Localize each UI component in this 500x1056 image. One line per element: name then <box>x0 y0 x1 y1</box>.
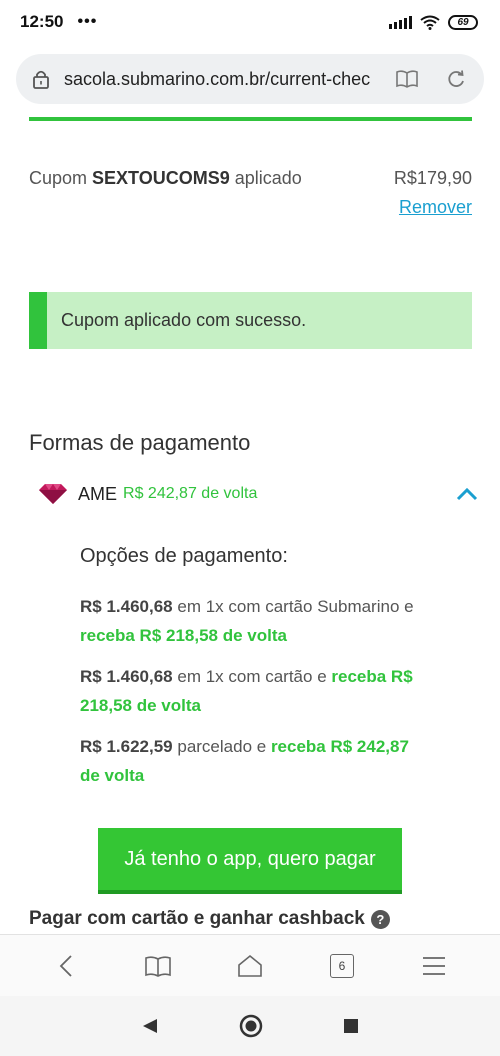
tabs-button[interactable]: 6 <box>322 948 362 984</box>
ame-cashback: R$ 242,87 de volta <box>123 485 258 502</box>
success-message: Cupom aplicado com sucesso. <box>61 310 307 330</box>
nav-recents-icon[interactable] <box>343 1018 359 1034</box>
reader-mode-icon[interactable] <box>396 70 418 88</box>
coupon-label: Cupom SEXTOUCOMS9 aplicado <box>29 168 302 188</box>
pay-with-app-button[interactable]: Já tenho o app, quero pagar <box>98 828 402 894</box>
address-bar[interactable]: sacola.submarino.com.br/current-chec <box>16 54 484 104</box>
home-button[interactable] <box>230 948 270 984</box>
status-bar: 12:50 ••• 69 <box>0 0 500 44</box>
home-icon <box>238 954 262 977</box>
bookmarks-icon <box>145 955 171 977</box>
signal-icon <box>389 15 412 29</box>
system-navigation <box>0 996 500 1056</box>
help-icon[interactable]: ? <box>370 909 390 929</box>
menu-button[interactable] <box>414 948 454 984</box>
coupon-row: Cupom SEXTOUCOMS9 aplicado R$179,90 <box>29 168 472 189</box>
browser-toolbar: 6 <box>0 934 500 996</box>
ame-payment-toggle[interactable]: AME R$ 242,87 de volta <box>38 478 478 510</box>
card-cashback-title: Pagar com cartão e ganhar cashback ? <box>29 908 390 930</box>
battery-icon: 69 <box>448 14 478 30</box>
lock-icon <box>33 70 49 89</box>
payment-methods-title: Formas de pagamento <box>29 430 251 455</box>
progress-divider <box>29 117 472 121</box>
coupon-amount: R$179,90 <box>393 168 472 188</box>
payment-option: R$ 1.460,68 em 1x com cartão Submarino e… <box>80 597 414 645</box>
wifi-icon <box>420 15 440 30</box>
ame-gem-icon <box>39 484 67 504</box>
url-text[interactable]: sacola.submarino.com.br/current-chec <box>64 69 372 90</box>
tabs-icon: 6 <box>330 953 354 978</box>
bookmarks-button[interactable] <box>138 948 178 984</box>
nav-home-icon[interactable] <box>239 1014 263 1038</box>
payment-options-title: Opções de pagamento: <box>80 545 288 567</box>
success-alert: Cupom aplicado com sucesso. <box>29 292 472 349</box>
payment-option: R$ 1.460,68 em 1x com cartão e receba R$… <box>80 667 413 715</box>
back-button[interactable] <box>46 948 86 984</box>
notification-dots: ••• <box>77 13 98 30</box>
ame-name: AME <box>78 483 118 504</box>
nav-back-icon[interactable] <box>141 1017 159 1035</box>
status-time: 12:50 <box>20 12 64 31</box>
payment-option: R$ 1.622,59 parcelado e receba R$ 242,87… <box>80 737 409 785</box>
back-icon <box>59 954 72 977</box>
remove-coupon-link[interactable]: Remover <box>399 197 472 218</box>
chevron-up-icon[interactable] <box>456 487 478 501</box>
menu-icon <box>423 956 445 975</box>
coupon-code: SEXTOUCOMS9 <box>92 168 230 188</box>
reload-icon[interactable] <box>446 69 466 89</box>
